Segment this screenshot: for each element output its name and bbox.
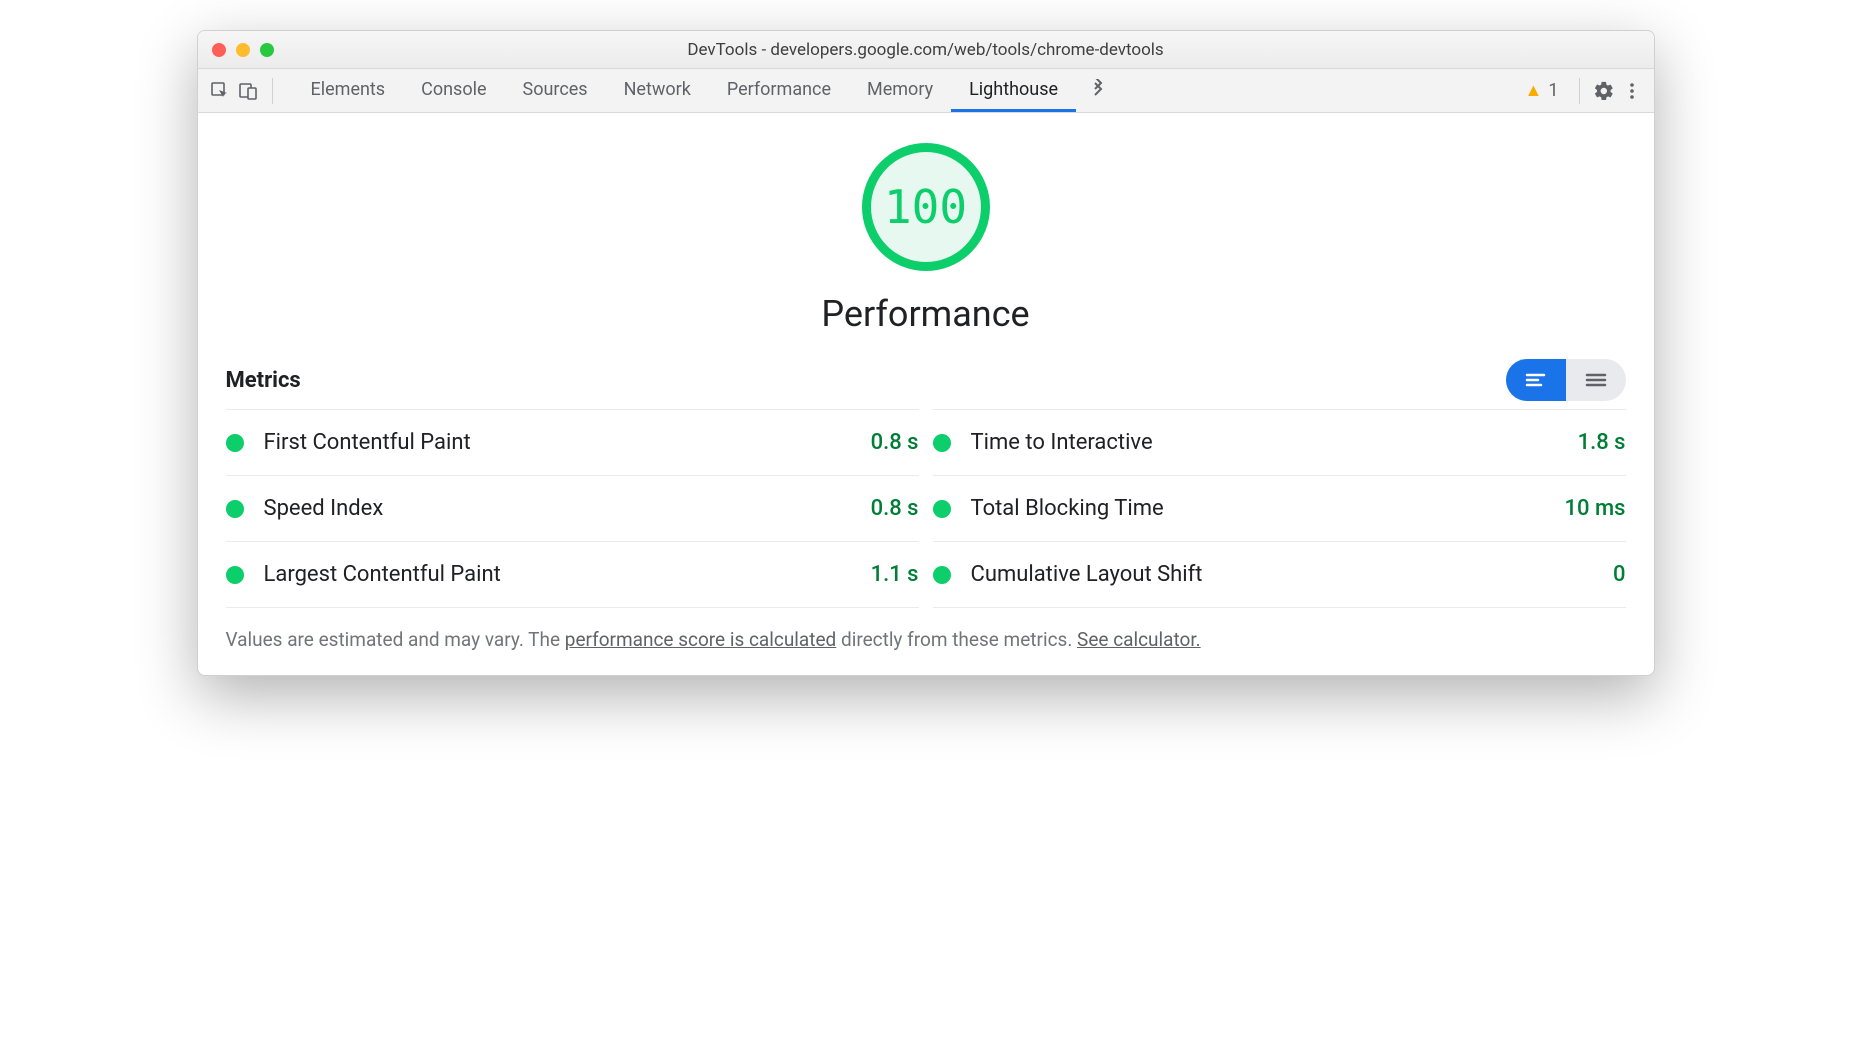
metrics-header: Metrics xyxy=(226,359,1626,401)
metric-row[interactable]: Time to Interactive 1.8 s xyxy=(933,409,1626,475)
metric-value: 0 xyxy=(1613,562,1626,587)
metric-row[interactable]: First Contentful Paint 0.8 s xyxy=(226,409,919,475)
metric-value: 1.1 s xyxy=(871,562,919,587)
metrics-title: Metrics xyxy=(226,368,301,393)
score-gauge: 100 xyxy=(862,143,990,271)
more-menu-icon[interactable] xyxy=(1620,79,1644,103)
score-label: Performance xyxy=(821,293,1029,335)
status-dot-icon xyxy=(933,566,951,584)
metric-name: Speed Index xyxy=(264,496,384,521)
metric-name: Total Blocking Time xyxy=(971,496,1164,521)
metric-value: 0.8 s xyxy=(871,496,919,521)
toolbar-separator xyxy=(1579,78,1580,104)
tabs-overflow-button[interactable] xyxy=(1076,69,1120,112)
status-dot-icon xyxy=(933,434,951,452)
tab-console[interactable]: Console xyxy=(403,69,504,112)
metric-row[interactable]: Largest Contentful Paint 1.1 s xyxy=(226,541,919,607)
score-calculation-link[interactable]: performance score is calculated xyxy=(565,628,836,651)
lighthouse-panel: 100 Performance Metrics First Conte xyxy=(198,113,1654,675)
metrics-footer-note: Values are estimated and may vary. The p… xyxy=(226,628,1626,651)
metric-name: Cumulative Layout Shift xyxy=(971,562,1203,587)
metric-value: 10 ms xyxy=(1565,496,1626,521)
metric-value: 1.8 s xyxy=(1578,430,1626,455)
warning-icon: ▲ xyxy=(1525,80,1543,101)
devtools-toolbar: Elements Console Sources Network Perform… xyxy=(198,69,1654,113)
metric-row[interactable]: Total Blocking Time 10 ms xyxy=(933,475,1626,541)
tab-performance[interactable]: Performance xyxy=(709,69,849,112)
window-close-button[interactable] xyxy=(212,43,226,57)
calculator-link[interactable]: See calculator. xyxy=(1077,628,1201,651)
metrics-grid: First Contentful Paint 0.8 s Speed Index… xyxy=(226,409,1626,608)
metric-name: Time to Interactive xyxy=(971,430,1153,455)
window-minimize-button[interactable] xyxy=(236,43,250,57)
traffic-lights xyxy=(212,43,274,57)
devtools-window: DevTools - developers.google.com/web/too… xyxy=(197,30,1655,676)
metric-row[interactable]: Cumulative Layout Shift 0 xyxy=(933,541,1626,607)
toolbar-separator xyxy=(272,78,273,104)
inspect-element-icon[interactable] xyxy=(208,79,232,103)
tab-network[interactable]: Network xyxy=(606,69,709,112)
view-compact-button[interactable] xyxy=(1506,359,1566,401)
metrics-view-toggle xyxy=(1506,359,1626,401)
warning-count: 1 xyxy=(1548,80,1558,101)
view-expanded-button[interactable] xyxy=(1566,359,1626,401)
titlebar: DevTools - developers.google.com/web/too… xyxy=(198,31,1654,69)
metric-name: Largest Contentful Paint xyxy=(264,562,501,587)
tab-lighthouse[interactable]: Lighthouse xyxy=(951,69,1076,112)
metrics-column-right: Time to Interactive 1.8 s Total Blocking… xyxy=(933,409,1626,608)
score-value: 100 xyxy=(884,180,967,234)
footer-text: directly from these metrics. xyxy=(836,628,1077,651)
metric-row[interactable]: Speed Index 0.8 s xyxy=(226,475,919,541)
status-dot-icon xyxy=(226,434,244,452)
issues-indicator[interactable]: ▲ 1 xyxy=(1525,80,1559,101)
status-dot-icon xyxy=(933,500,951,518)
devtools-tabs: Elements Console Sources Network Perform… xyxy=(293,69,1121,112)
metric-name: First Contentful Paint xyxy=(264,430,471,455)
metrics-column-left: First Contentful Paint 0.8 s Speed Index… xyxy=(226,409,919,608)
settings-icon[interactable] xyxy=(1592,79,1616,103)
window-zoom-button[interactable] xyxy=(260,43,274,57)
footer-text: Values are estimated and may vary. The xyxy=(226,628,565,651)
performance-score: 100 Performance xyxy=(226,143,1626,335)
status-dot-icon xyxy=(226,566,244,584)
device-toggle-icon[interactable] xyxy=(236,79,260,103)
metric-value: 0.8 s xyxy=(871,430,919,455)
tab-elements[interactable]: Elements xyxy=(293,69,404,112)
tab-sources[interactable]: Sources xyxy=(505,69,606,112)
window-title: DevTools - developers.google.com/web/too… xyxy=(198,40,1654,60)
status-dot-icon xyxy=(226,500,244,518)
tab-memory[interactable]: Memory xyxy=(849,69,951,112)
